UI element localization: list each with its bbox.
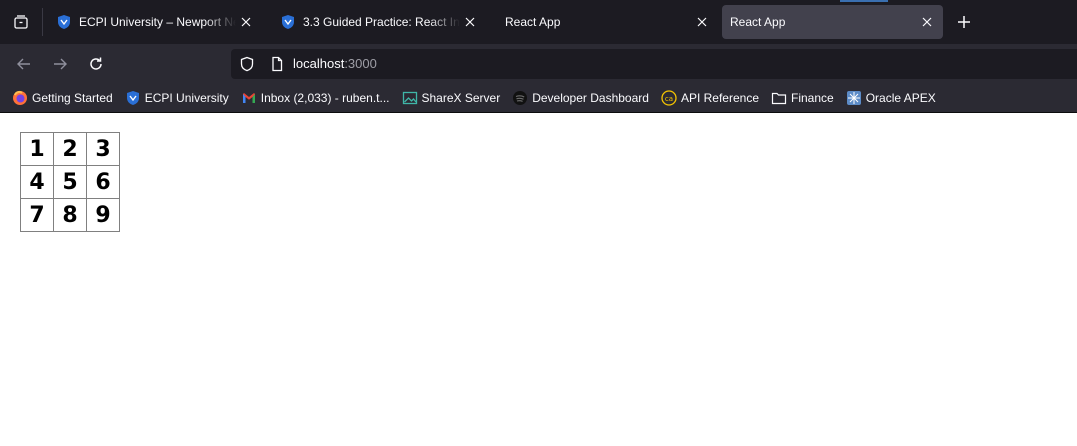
tab-guided-practice[interactable]: 3.3 Guided Practice: React Integration — [268, 5, 486, 39]
bookmark-label: Oracle APEX — [865, 91, 936, 105]
tracking-protection-icon[interactable] — [239, 56, 255, 72]
arrow-right-icon — [54, 58, 67, 70]
bookmark-label: ECPI University — [144, 91, 229, 105]
url-port: :3000 — [344, 56, 377, 71]
shield-logo-icon — [56, 14, 72, 30]
spotify-icon — [512, 90, 528, 106]
page-content: 1 2 3 4 5 6 7 8 9 — [0, 113, 1077, 446]
bookmark-label: Getting Started — [32, 91, 113, 105]
firefox-icon — [12, 90, 28, 106]
bookmark-getting-started[interactable]: Getting Started — [12, 87, 113, 109]
grid-row: 4 5 6 — [20, 165, 120, 199]
image-icon — [402, 90, 418, 106]
tab-title: ECPI University – Newport News — [79, 15, 236, 29]
bookmark-label: API Reference — [680, 91, 759, 105]
tab-title: React App — [730, 15, 786, 29]
grid-cell: 9 — [86, 198, 120, 232]
bookmark-ecpi-university[interactable]: ECPI University — [125, 87, 229, 109]
bookmark-label: Finance — [791, 91, 834, 105]
arrow-left-icon — [17, 58, 30, 70]
bookmark-label: Inbox (2,033) - ruben.t... — [260, 91, 390, 105]
tab-ecpi-newport[interactable]: ECPI University – Newport News — [44, 5, 262, 39]
grid-cell: 5 — [53, 165, 87, 199]
close-tab-icon[interactable] — [692, 12, 712, 32]
page-info-icon[interactable] — [269, 56, 285, 72]
api-icon: ca — [661, 90, 677, 106]
url-host: localhost — [293, 56, 345, 71]
tab-strip: ECPI University – Newport News 3.3 Guide… — [0, 0, 1077, 44]
grid-cell: 3 — [86, 132, 120, 166]
folder-icon — [771, 90, 787, 106]
grid-cell: 1 — [20, 132, 54, 166]
bookmark-inbox[interactable]: Inbox (2,033) - ruben.t... — [241, 87, 390, 109]
tab-drop-indicator — [840, 0, 888, 2]
url-text[interactable]: localhost:3000 — [293, 57, 377, 71]
reload-button[interactable] — [84, 52, 108, 76]
close-tab-icon[interactable] — [460, 12, 480, 32]
tab-separator — [42, 8, 43, 36]
tab-title: React App — [505, 15, 561, 29]
grid-row: 7 8 9 — [20, 198, 120, 232]
apex-icon — [846, 90, 862, 106]
bookmark-oracle-apex[interactable]: Oracle APEX — [846, 87, 936, 109]
grid-row: 1 2 3 — [20, 132, 120, 166]
plus-icon — [958, 16, 970, 28]
bookmark-label: Developer Dashboard — [532, 91, 649, 105]
reload-icon — [90, 57, 102, 70]
forward-button[interactable] — [48, 52, 72, 76]
bookmarks-toolbar: Getting Started ECPI University Inbox (2… — [0, 84, 1077, 112]
tab-list-icon — [14, 15, 28, 29]
grid-cell: 8 — [53, 198, 87, 232]
bookmark-sharex-server[interactable]: ShareX Server — [402, 87, 501, 109]
close-tab-icon[interactable] — [236, 12, 256, 32]
grid-cell: 2 — [53, 132, 87, 166]
grid-cell: 7 — [20, 198, 54, 232]
number-grid: 1 2 3 4 5 6 7 8 9 — [20, 132, 120, 232]
gmail-icon — [241, 90, 257, 106]
address-bar[interactable]: localhost:3000 — [231, 49, 1077, 79]
grid-cell: 4 — [20, 165, 54, 199]
svg-text:ca: ca — [665, 95, 673, 103]
list-all-tabs-button[interactable] — [0, 0, 42, 44]
bookmark-api-reference[interactable]: ca API Reference — [661, 87, 759, 109]
new-tab-button[interactable] — [952, 10, 976, 34]
navigation-toolbar: localhost:3000 — [0, 44, 1077, 84]
bookmark-developer-dashboard[interactable]: Developer Dashboard — [512, 87, 649, 109]
tab-title: 3.3 Guided Practice: React Integration — [303, 15, 460, 29]
shield-logo-icon — [125, 90, 141, 106]
tab-react-app[interactable]: React App — [493, 5, 718, 39]
close-tab-icon[interactable] — [917, 12, 937, 32]
tab-react-app-active[interactable]: React App — [722, 5, 943, 39]
back-button[interactable] — [12, 52, 36, 76]
bookmark-folder-finance[interactable]: Finance — [771, 87, 834, 109]
grid-cell: 6 — [86, 165, 120, 199]
bookmark-label: ShareX Server — [421, 91, 501, 105]
shield-logo-icon — [280, 14, 296, 30]
